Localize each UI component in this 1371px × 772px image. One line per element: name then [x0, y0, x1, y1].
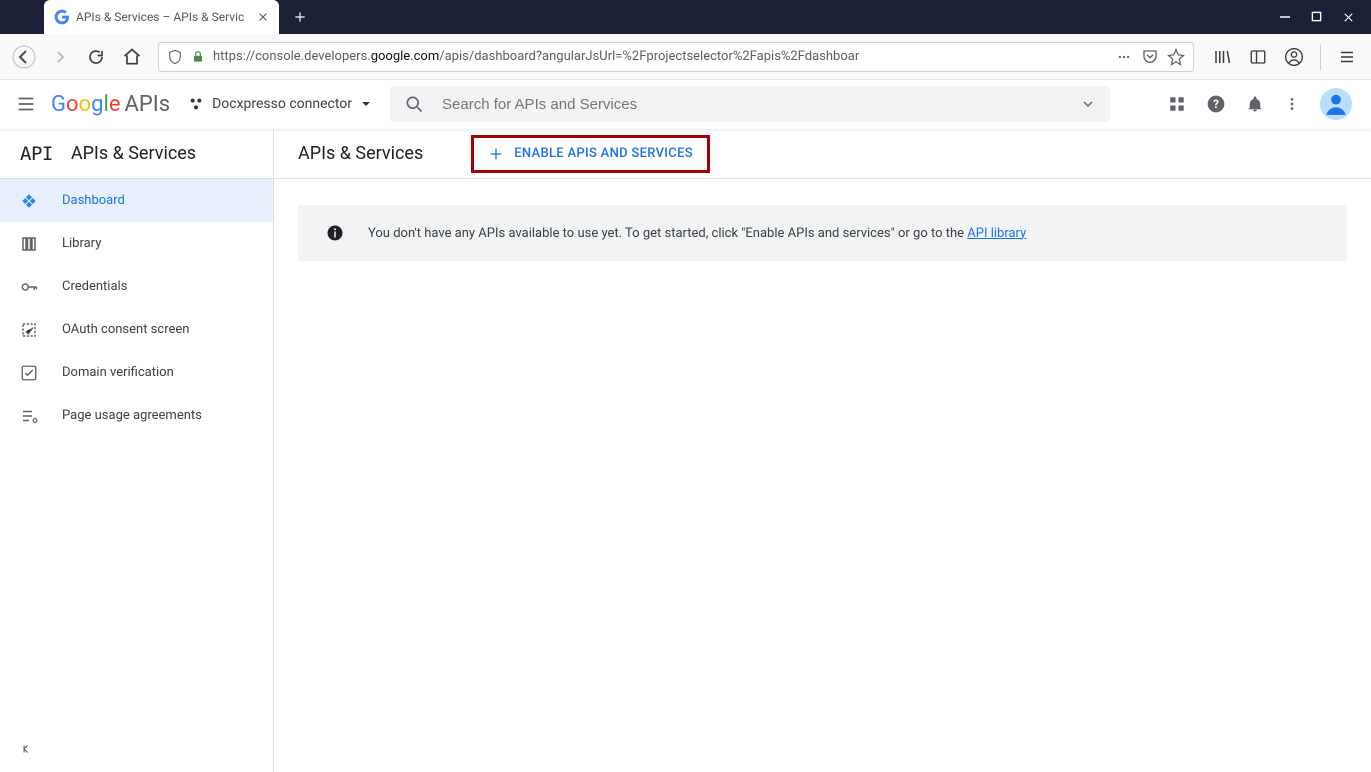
library-icon: [20, 235, 38, 253]
back-button[interactable]: [10, 43, 38, 71]
sidebar-item-credentials[interactable]: Credentials: [0, 265, 273, 308]
dashboard-icon: [20, 192, 38, 210]
url-bar[interactable]: https://console.developers.google.com/ap…: [158, 42, 1194, 72]
url-text: https://console.developers.google.com/ap…: [213, 49, 1107, 64]
project-selector[interactable]: Docxpresso connector: [184, 96, 376, 112]
sidebar-item-label: Library: [62, 236, 101, 251]
shield-icon: [167, 49, 183, 65]
main: API APIs & Services Dashboard Library Cr…: [0, 129, 1371, 772]
sidebar-item-library[interactable]: Library: [0, 222, 273, 265]
home-button[interactable]: [118, 43, 146, 71]
window-maximize-button[interactable]: [1311, 11, 1322, 24]
consent-icon: [20, 321, 38, 339]
plus-icon: [488, 146, 504, 162]
sidebars-icon[interactable]: [1244, 43, 1272, 71]
lock-icon: [191, 50, 205, 64]
api-icon: API: [20, 143, 53, 165]
user-avatar[interactable]: [1320, 88, 1352, 120]
info-icon: [326, 224, 344, 242]
search-input[interactable]: [442, 96, 1062, 113]
sidebar-item-dashboard[interactable]: Dashboard: [0, 179, 273, 222]
search-box[interactable]: [390, 86, 1110, 122]
nav-menu-button[interactable]: [15, 93, 37, 115]
sidebar-item-label: Page usage agreements: [62, 408, 202, 423]
sidebar-item-label: Dashboard: [62, 193, 125, 208]
google-favicon: [54, 9, 70, 25]
key-icon: [20, 278, 38, 296]
chevron-down-icon[interactable]: [1080, 96, 1096, 112]
library-icon[interactable]: [1208, 43, 1236, 71]
sidebar-collapse-button[interactable]: [0, 730, 273, 772]
app-bar: Google APIs Docxpresso connector ?: [0, 80, 1371, 129]
sidebar-item-oauth-consent[interactable]: OAuth consent screen: [0, 308, 273, 351]
reload-button[interactable]: [82, 43, 110, 71]
window-controls: [1263, 11, 1371, 24]
project-name: Docxpresso connector: [212, 96, 352, 112]
sidebar-header: API APIs & Services: [0, 129, 273, 179]
sidebar: API APIs & Services Dashboard Library Cr…: [0, 129, 274, 772]
window-close-button[interactable]: [1342, 11, 1355, 24]
sidebar-item-label: Credentials: [62, 279, 127, 294]
window-titlebar: APIs & Services – APIs & Servic: [0, 0, 1371, 34]
close-tab-button[interactable]: [257, 11, 269, 23]
help-icon[interactable]: ?: [1206, 94, 1226, 114]
sidebar-item-label: Domain verification: [62, 365, 174, 380]
divider: [1320, 44, 1321, 70]
notifications-icon[interactable]: [1246, 94, 1264, 114]
page-actions-icon[interactable]: [1115, 50, 1133, 64]
new-tab-button[interactable]: [293, 10, 307, 24]
brand-logo[interactable]: Google APIs: [51, 92, 170, 117]
overflow-menu-icon[interactable]: [1284, 95, 1300, 113]
sidebar-item-domain-verification[interactable]: Domain verification: [0, 351, 273, 394]
app-bar-actions: ?: [1168, 88, 1356, 120]
browser-tab[interactable]: APIs & Services – APIs & Servic: [44, 0, 279, 34]
browser-tab-title: APIs & Services – APIs & Servic: [76, 10, 251, 24]
bookmark-icon[interactable]: [1167, 48, 1185, 66]
svg-text:?: ?: [1213, 97, 1219, 111]
sidebar-item-label: OAuth consent screen: [62, 322, 189, 337]
content: APIs & Services ENABLE APIS AND SERVICES…: [274, 129, 1371, 772]
enable-apis-button[interactable]: ENABLE APIS AND SERVICES: [471, 135, 710, 173]
browser-navbar: https://console.developers.google.com/ap…: [0, 34, 1371, 80]
enable-apis-label: ENABLE APIS AND SERVICES: [514, 146, 693, 161]
check-box-icon: [20, 364, 38, 382]
content-header: APIs & Services ENABLE APIS AND SERVICES: [274, 129, 1371, 179]
sidebar-title: APIs & Services: [71, 143, 196, 164]
browser-menu-button[interactable]: [1333, 43, 1361, 71]
search-icon: [404, 94, 424, 114]
info-banner: You don't have any APIs available to use…: [298, 205, 1347, 261]
forward-button[interactable]: [46, 43, 74, 71]
chevron-down-icon: [360, 98, 372, 110]
profile-icon[interactable]: [1280, 43, 1308, 71]
gift-icon[interactable]: [1168, 95, 1186, 113]
api-library-link[interactable]: API library: [967, 226, 1026, 241]
page-title: APIs & Services: [298, 143, 423, 164]
sidebar-item-page-usage-agreements[interactable]: Page usage agreements: [0, 394, 273, 437]
window-minimize-button[interactable]: [1279, 11, 1291, 24]
pocket-icon[interactable]: [1141, 48, 1159, 66]
agreement-icon: [20, 407, 38, 425]
banner-text: You don't have any APIs available to use…: [368, 226, 1026, 241]
